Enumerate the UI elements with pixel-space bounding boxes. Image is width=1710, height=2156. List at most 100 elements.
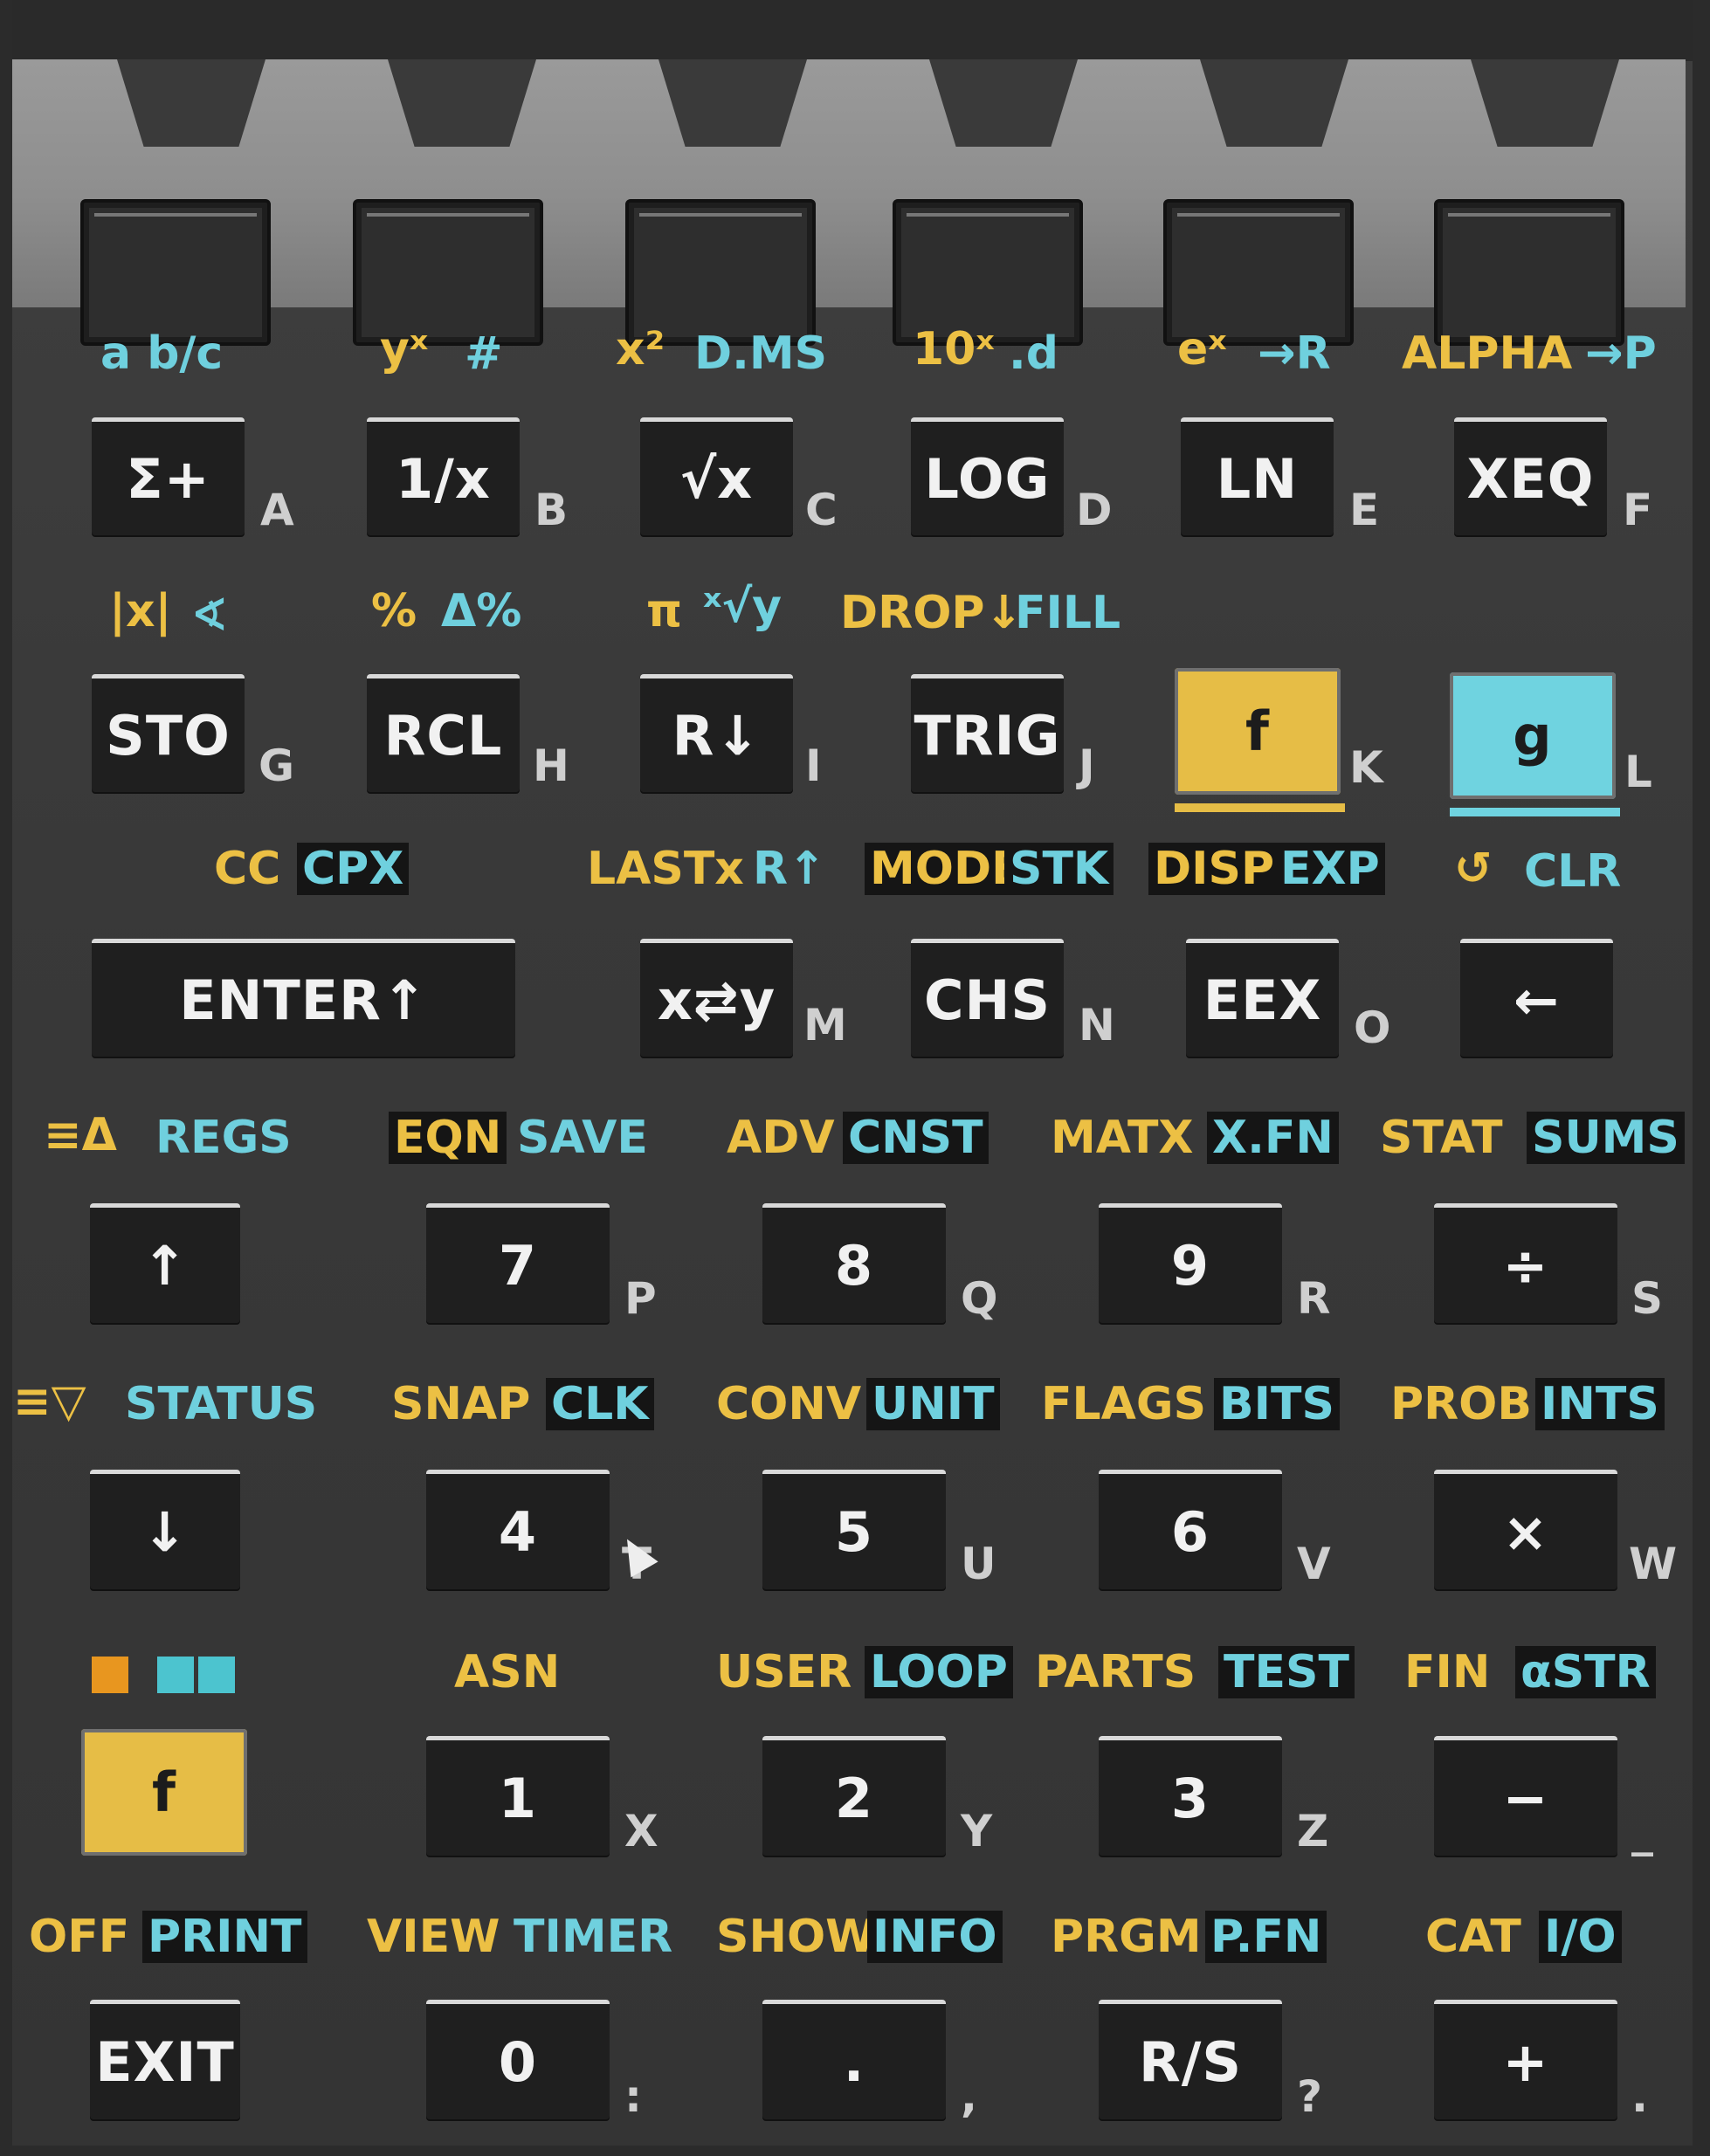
label-to-polar: →P <box>1585 327 1657 380</box>
alpha-letter-n: N <box>1079 1000 1115 1050</box>
digit-6-key[interactable]: 6 <box>1099 1470 1282 1589</box>
label-view: VIEW <box>367 1911 500 1963</box>
digit-4-key[interactable]: 4 <box>426 1470 610 1589</box>
alpha-letter-underscore: _ <box>1631 1806 1653 1856</box>
label-unit: UNIT <box>866 1378 1000 1430</box>
top-bezel <box>0 0 1710 61</box>
divide-key[interactable]: ÷ <box>1434 1203 1617 1323</box>
label-exp: EXP <box>1275 843 1385 895</box>
label-regs: REGS <box>155 1112 292 1164</box>
alpha-letter-r: R <box>1297 1273 1331 1324</box>
label-fin: FIN <box>1404 1646 1491 1698</box>
multiply-key[interactable]: × <box>1434 1470 1617 1589</box>
sto-key[interactable]: STO <box>92 674 245 792</box>
f-shift-key-lower[interactable]: f <box>81 1729 247 1856</box>
eex-key[interactable]: EEX <box>1186 939 1339 1057</box>
label-hash: # <box>465 327 503 380</box>
exit-key[interactable]: EXIT <box>90 2000 240 2119</box>
digit-1-key[interactable]: 1 <box>426 1736 610 1856</box>
label-asn: ASN <box>454 1646 561 1698</box>
label-off: OFF <box>29 1911 130 1963</box>
run-stop-key[interactable]: R/S <box>1099 2000 1282 2119</box>
alpha-letter-l: L <box>1624 747 1652 797</box>
alpha-letter-y: Y <box>961 1806 993 1856</box>
label-save: SAVE <box>517 1112 648 1164</box>
alpha-letter-m: M <box>803 1000 847 1050</box>
reciprocal-key[interactable]: 1/x <box>367 417 520 535</box>
label-roll-up: R↑ <box>753 843 826 895</box>
g-shift-key[interactable]: g <box>1450 672 1616 799</box>
sqrt-key[interactable]: √x <box>640 417 793 535</box>
calculator-body: a b/c yˣ # x² D.MS 10ˣ .d eˣ →R ALPHA →P… <box>0 0 1710 2156</box>
label-ints: INTS <box>1535 1378 1665 1430</box>
shift-indicator-icon <box>92 1657 128 1693</box>
sigma-plus-key[interactable]: Σ+ <box>92 417 245 535</box>
alpha-letter-k: K <box>1349 742 1383 793</box>
alpha-letter-j: J <box>1079 740 1095 791</box>
digit-5-key[interactable]: 5 <box>762 1470 946 1589</box>
label-xth-root: ˣ√y <box>703 581 783 633</box>
label-clk: CLK <box>546 1378 654 1430</box>
label-dot-d: .d <box>1009 327 1058 380</box>
digit-2-key[interactable]: 2 <box>762 1736 946 1856</box>
trig-key[interactable]: TRIG <box>911 674 1064 792</box>
alpha-letter-w: W <box>1629 1539 1678 1589</box>
label-sums: SUMS <box>1527 1112 1685 1164</box>
softkey-wedge <box>388 59 536 147</box>
f-shift-key[interactable]: f <box>1175 668 1341 795</box>
label-a-bc: a b/c <box>100 327 224 380</box>
label-prob: PROB <box>1390 1378 1532 1430</box>
alpha-letter-x: X <box>624 1806 658 1856</box>
backspace-key[interactable]: ← <box>1460 939 1613 1057</box>
digit-0-key[interactable]: 0 <box>426 2000 610 2119</box>
alpha-letter-u: U <box>961 1539 996 1589</box>
label-undo: ↺ <box>1454 843 1493 895</box>
alpha-letter-question: ? <box>1297 2071 1323 2122</box>
alpha-letter-z: Z <box>1297 1806 1329 1856</box>
label-drop: DROP↓ <box>840 587 1024 639</box>
label-conv: CONV <box>716 1378 862 1430</box>
label-abs: |x| <box>109 585 172 637</box>
label-show: SHOW <box>716 1911 876 1963</box>
softkey-wedge <box>117 59 265 147</box>
label-fill: FILL <box>1015 587 1121 639</box>
label-menu-down: ≡▽ <box>13 1375 86 1428</box>
label-user: USER <box>716 1646 852 1698</box>
rcl-key[interactable]: RCL <box>367 674 520 792</box>
softkey-6[interactable] <box>1434 199 1624 346</box>
chs-key[interactable]: CHS <box>911 939 1064 1057</box>
log-key[interactable]: LOG <box>911 417 1064 535</box>
label-bits: BITS <box>1214 1378 1340 1430</box>
softkey-wedge <box>1200 59 1348 147</box>
alpha-letter-a: A <box>260 485 294 535</box>
label-disp: DISP <box>1148 843 1280 895</box>
label-cnst: CNST <box>843 1112 989 1164</box>
enter-key[interactable]: ENTER↑ <box>92 939 515 1057</box>
label-to-rect: →R <box>1258 327 1331 380</box>
alpha-letter-s: S <box>1631 1273 1664 1324</box>
f-underline <box>1175 803 1345 812</box>
softkey-wedge <box>1471 59 1619 147</box>
label-stat: STAT <box>1380 1112 1503 1164</box>
digit-3-key[interactable]: 3 <box>1099 1736 1282 1856</box>
minus-key[interactable]: − <box>1434 1736 1617 1856</box>
decimal-point-key[interactable]: . <box>762 2000 946 2119</box>
label-lastx: LASTx <box>587 843 744 895</box>
right-bezel <box>1693 0 1710 2156</box>
roll-down-key[interactable]: R↓ <box>640 674 793 792</box>
ln-key[interactable]: LN <box>1181 417 1334 535</box>
swap-xy-key[interactable]: x⇄y <box>640 939 793 1057</box>
digit-8-key[interactable]: 8 <box>762 1203 946 1323</box>
digit-9-key[interactable]: 9 <box>1099 1203 1282 1323</box>
plus-key[interactable]: + <box>1434 2000 1617 2119</box>
label-pi: π <box>646 585 683 637</box>
softkey-1[interactable] <box>80 199 271 346</box>
xeq-key[interactable]: XEQ <box>1454 417 1607 535</box>
up-arrow-key[interactable]: ↑ <box>90 1203 240 1323</box>
digit-7-key[interactable]: 7 <box>426 1203 610 1323</box>
down-arrow-key[interactable]: ↓ <box>90 1470 240 1589</box>
label-io: I/O <box>1539 1911 1622 1963</box>
alpha-letter-comma: , <box>961 2071 977 2122</box>
label-eqn: EQN <box>389 1112 507 1164</box>
alpha-letter-o: O <box>1354 1002 1391 1053</box>
